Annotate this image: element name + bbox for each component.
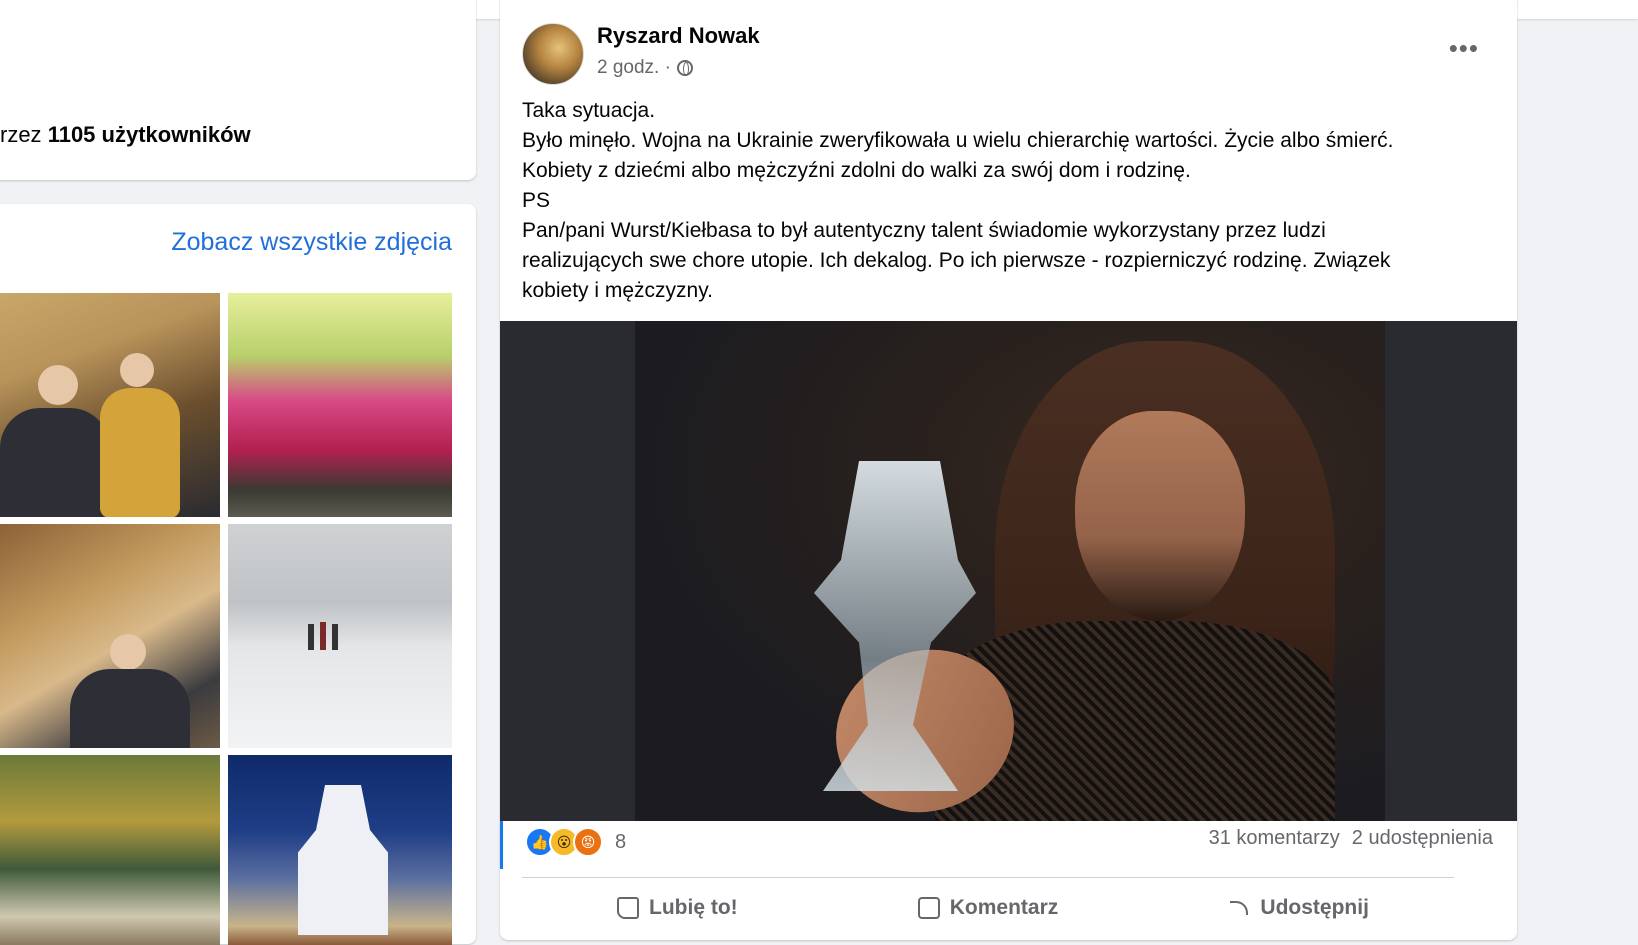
post-text-line: Pan/pani Wurst/Kiełbasa to był autentycz… [522,219,1326,242]
followers-count[interactable]: 1105 [48,122,96,147]
post-image-content [635,321,1385,821]
followers-line: rzez 1105 użytkowników [0,122,251,148]
see-all-photos-link[interactable]: Zobacz wszystkie zdjęcia [171,228,452,257]
photo-thumbnail[interactable] [228,524,452,748]
followers-suffix: użytkowników [101,122,251,147]
angry-icon: 😡 [573,827,603,857]
share-icon [1228,897,1250,919]
focus-indicator [500,821,503,869]
photo-figure [120,353,154,387]
comment-button-label: Komentarz [949,896,1059,919]
comment-icon [917,897,940,919]
post-text-line: kobiety i mężczyzny. [522,279,713,302]
post-card: Ryszard Nowak 2 godz. · ••• Taka sytuacj… [500,0,1517,940]
reactions-summary[interactable]: 👍 😮 😡 8 [525,827,626,857]
post-text: Taka sytuacja. Było minęło. Wojna na Ukr… [522,96,1482,306]
share-button-label: Udostępnij [1260,896,1369,919]
intro-card: rzez 1105 użytkowników [0,0,476,180]
reaction-count[interactable]: 8 [615,831,626,854]
photo-thumbnail[interactable] [0,524,220,748]
photo-figure [100,388,180,517]
photo-thumbnail[interactable] [228,293,452,517]
post-time[interactable]: 2 godz. · [597,57,671,79]
photo-figure [110,634,146,670]
shares-count[interactable]: 2 udostępnienia [1352,827,1493,850]
photo-figure [38,365,78,405]
post-actions: Lubię to! Komentarz Udostępnij [522,883,1454,933]
photo-figure [332,624,338,650]
photo-figure [0,408,110,517]
image-face-shape [1075,411,1245,621]
post-meta: 2 godz. · [597,57,693,79]
thumbs-up-icon [617,897,639,919]
post-text-line: realizujących swe chore utopie. Ich deka… [522,249,1391,272]
post-text-line: Taka sytuacja. [522,99,656,122]
post-image[interactable] [500,321,1517,821]
like-button-label: Lubię to! [649,896,738,919]
divider [522,877,1454,878]
photos-card: Zobacz wszystkie zdjęcia [0,204,476,945]
photo-figure [70,669,190,748]
engagement-counts: 31 komentarzy 2 udostępnienia [1209,827,1493,850]
followers-prefix: rzez [0,122,42,147]
more-icon[interactable]: ••• [1449,33,1479,64]
author-avatar[interactable] [522,23,584,85]
church-shape [298,785,388,935]
like-button[interactable]: Lubię to! [522,883,833,933]
photo-figure [320,622,326,650]
post-text-line: Kobiety z dziećmi albo mężczyźni zdolni … [522,159,1191,182]
globe-icon [676,60,693,76]
comments-count[interactable]: 31 komentarzy [1209,827,1340,850]
comment-button[interactable]: Komentarz [833,883,1144,933]
photo-thumbnail[interactable] [0,293,220,517]
share-button[interactable]: Udostępnij [1143,883,1454,933]
photo-figure [308,624,314,650]
photo-thumbnail[interactable] [0,755,220,945]
photo-thumbnail[interactable] [228,755,452,945]
author-name[interactable]: Ryszard Nowak [597,23,760,49]
post-text-line: PS [522,189,551,212]
post-text-line: Było minęło. Wojna na Ukrainie zweryfiko… [522,129,1394,152]
